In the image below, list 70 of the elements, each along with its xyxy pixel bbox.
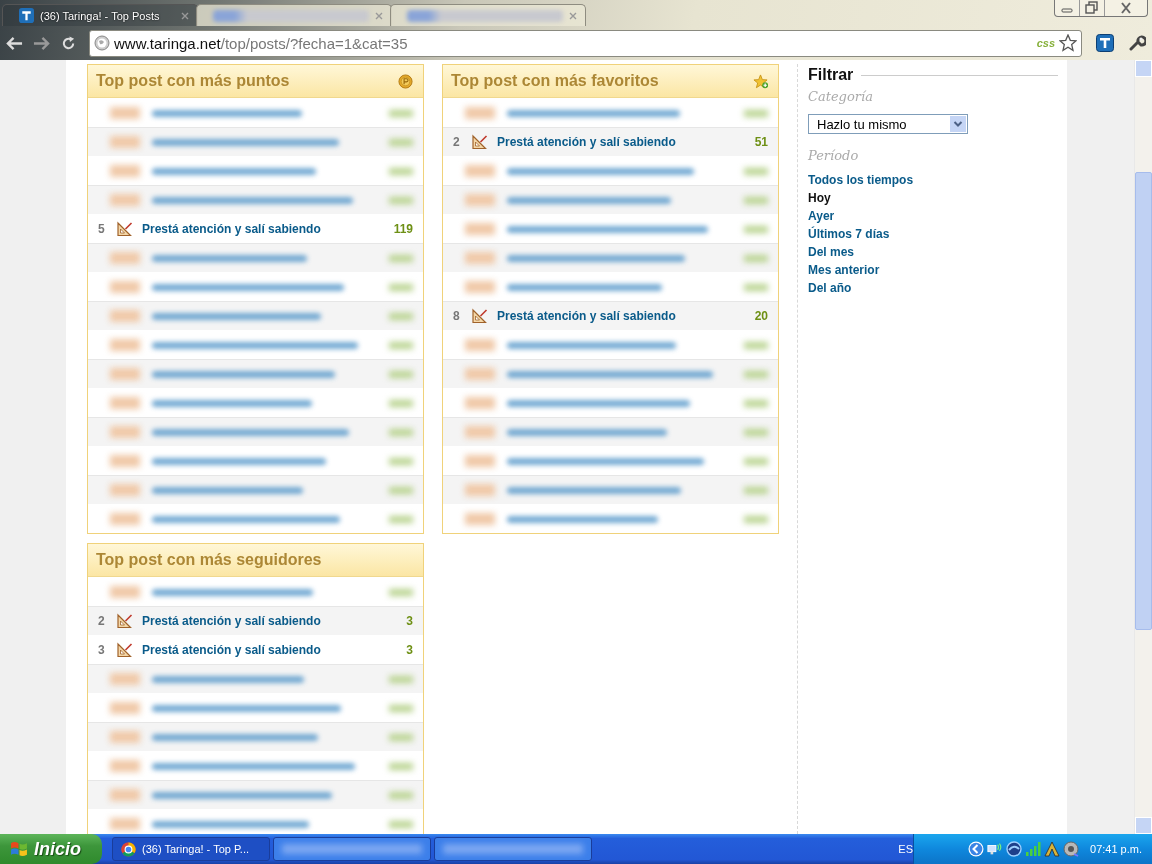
- close-icon[interactable]: [569, 11, 577, 20]
- points-count: 51: [754, 135, 768, 149]
- taskbar-button[interactable]: [434, 837, 592, 861]
- rank-number: 2: [453, 135, 461, 149]
- period-link[interactable]: Del año: [808, 279, 852, 297]
- panel-title: Top post con más puntos: [96, 72, 291, 90]
- star-icon[interactable]: [1059, 34, 1077, 52]
- post-row[interactable]: 8 Prestá atención y salí sabiendo 20: [443, 301, 778, 330]
- points-count: 3: [406, 614, 413, 628]
- ruler-icon: [116, 613, 133, 629]
- windows-logo-icon: [10, 840, 28, 858]
- period-link[interactable]: Del mes: [808, 243, 855, 261]
- extension-icon[interactable]: [1096, 34, 1114, 52]
- post-link[interactable]: Prestá atención y salí sabiendo: [142, 643, 407, 657]
- period-link[interactable]: Ayer: [808, 207, 835, 225]
- post-link[interactable]: Prestá atención y salí sabiendo: [497, 309, 755, 323]
- ruler-icon: [116, 642, 133, 658]
- panel-title: Top post con más seguidores: [96, 551, 323, 569]
- scrollbar[interactable]: [1134, 60, 1152, 834]
- scrollbar-thumb[interactable]: [1135, 172, 1152, 630]
- browser-logo-icon: [121, 841, 136, 857]
- period-link[interactable]: Mes anterior: [808, 261, 880, 279]
- points-count: 20: [754, 309, 768, 323]
- period-link[interactable]: Últimos 7 días: [808, 225, 890, 243]
- points-count: 3: [406, 643, 413, 657]
- wrench-icon[interactable]: [1128, 34, 1146, 52]
- clock: 07:41 p.m.: [1090, 843, 1142, 855]
- period-link[interactable]: Hoy: [808, 189, 831, 207]
- network-icon[interactable]: [987, 841, 1003, 857]
- site-icon: [19, 8, 34, 23]
- browser-tab[interactable]: [196, 4, 392, 26]
- post-row[interactable]: 2 Prestá atención y salí sabiendo 51: [443, 127, 778, 156]
- rank-number: 2: [98, 614, 106, 628]
- rank-number: 3: [98, 643, 106, 657]
- close-icon[interactable]: [181, 11, 189, 20]
- address-bar[interactable]: www.taringa.net/top/posts/?fecha=1&cat=35 css: [89, 29, 1082, 57]
- swirl-icon[interactable]: [1006, 841, 1022, 857]
- forward-icon[interactable]: [33, 35, 50, 51]
- taskbar-button[interactable]: (36) Taringa! - Top P...: [112, 837, 270, 861]
- panel-title: Top post con más favoritos: [451, 72, 660, 90]
- language-indicator[interactable]: ES: [898, 843, 913, 855]
- reload-icon[interactable]: [60, 35, 77, 51]
- rank-number: 8: [453, 309, 461, 323]
- field-label: Período: [808, 148, 859, 163]
- points-count: 119: [393, 222, 413, 236]
- browser-tab[interactable]: (36) Taringa! - Top Posts: [2, 4, 198, 26]
- back-icon[interactable]: [6, 35, 23, 51]
- ruler-icon: [471, 308, 488, 324]
- post-row[interactable]: 2 Prestá atención y salí sabiendo 3: [88, 606, 423, 635]
- post-link[interactable]: Prestá atención y salí sabiendo: [142, 614, 407, 628]
- globe-icon: [94, 35, 110, 51]
- letter-a-icon[interactable]: [1044, 841, 1060, 857]
- url-text: www.taringa.net/top/posts/?fecha=1&cat=35: [114, 34, 408, 52]
- speaker-icon[interactable]: [1063, 841, 1079, 857]
- filter-title: Filtrar: [808, 66, 854, 84]
- start-button[interactable]: Inicio: [0, 834, 102, 864]
- expand-tray-icon[interactable]: [968, 841, 984, 857]
- period-link[interactable]: Todos los tiempos: [808, 171, 914, 189]
- field-label: Categoría: [808, 89, 873, 104]
- tab-title: (36) Taringa! - Top Posts: [40, 9, 161, 22]
- post-link[interactable]: Prestá atención y salí sabiendo: [497, 135, 755, 149]
- browser-tab[interactable]: [390, 4, 586, 26]
- ruler-icon: [471, 134, 488, 150]
- ruler-icon: [116, 221, 133, 237]
- coin-icon: [398, 73, 413, 89]
- taskbar-button[interactable]: [273, 837, 431, 861]
- category-dropdown[interactable]: Hazlo tu mismo: [808, 114, 968, 134]
- rank-number: 5: [98, 222, 106, 236]
- star-icon: [753, 73, 768, 89]
- post-link[interactable]: Prestá atención y salí sabiendo: [142, 222, 394, 236]
